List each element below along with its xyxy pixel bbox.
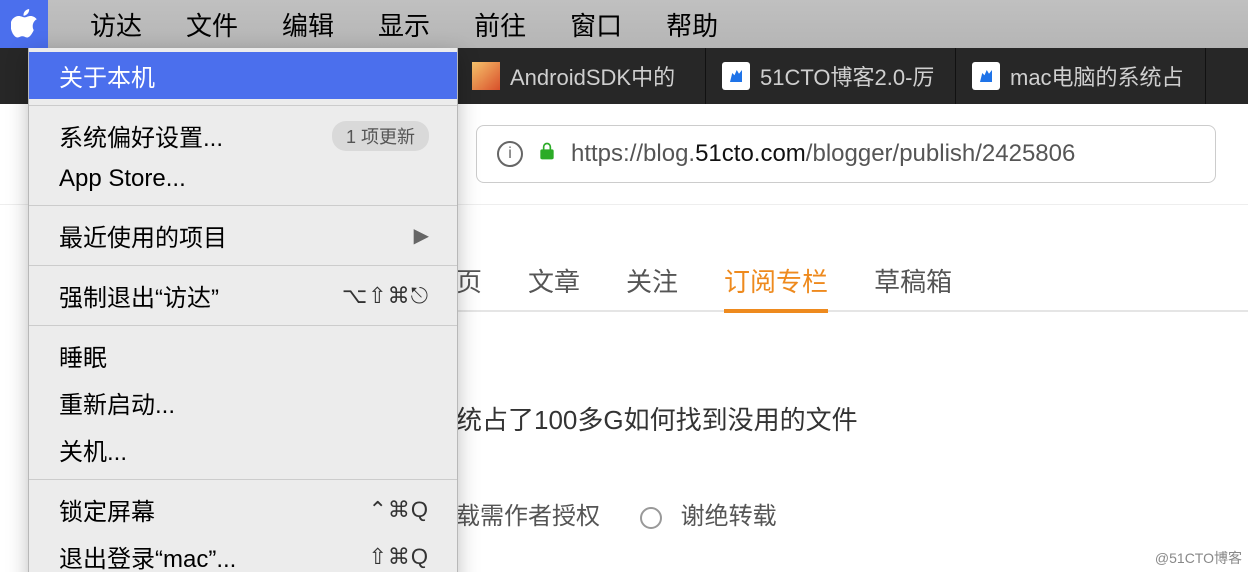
menu-item-recent[interactable]: 最近使用的项目 ▶ bbox=[29, 212, 457, 259]
menu-item-label: 锁定屏幕 bbox=[59, 492, 155, 527]
url-text: https://blog.51cto.com/blogger/publish/2… bbox=[571, 140, 1075, 168]
menubar-item-file[interactable]: 文件 bbox=[164, 6, 260, 43]
apple-menu-dropdown: 关于本机 系统偏好设置... 1 项更新 App Store... 最近使用的项… bbox=[28, 48, 458, 572]
tab-51cto[interactable]: 51CTO博客2.0-厉 bbox=[706, 48, 956, 104]
menu-item-app-store[interactable]: App Store... bbox=[29, 159, 457, 199]
menu-item-about[interactable]: 关于本机 bbox=[29, 52, 457, 99]
site-info-icon[interactable]: i bbox=[497, 141, 523, 167]
lock-icon bbox=[537, 140, 557, 168]
tab-label: mac电脑的系统占 bbox=[1010, 60, 1184, 92]
menu-item-force-quit[interactable]: 强制退出“访达” ⌥⇧⌘⎋ bbox=[29, 272, 457, 319]
menu-item-label: 关于本机 bbox=[59, 58, 155, 93]
tab-label: AndroidSDK中的 bbox=[510, 60, 675, 92]
nav-item-articles[interactable]: 文章 bbox=[528, 262, 580, 299]
menu-separator bbox=[29, 325, 457, 326]
favicon-android-icon bbox=[472, 62, 500, 90]
menubar-item-go[interactable]: 前往 bbox=[452, 6, 548, 43]
radio-label: 载需作者授权 bbox=[456, 503, 600, 530]
menu-item-label: 重新启动... bbox=[59, 385, 175, 420]
menu-item-restart[interactable]: 重新启动... bbox=[29, 379, 457, 426]
shortcut-label: ⌥⇧⌘⎋ bbox=[342, 283, 429, 309]
menu-item-label: 关机... bbox=[59, 432, 127, 467]
nav-item-follow[interactable]: 关注 bbox=[626, 262, 678, 299]
menu-separator bbox=[29, 479, 457, 480]
menu-item-logout[interactable]: 退出登录“mac”... ⇧⌘Q bbox=[29, 533, 457, 572]
menubar-item-view[interactable]: 显示 bbox=[356, 6, 452, 43]
menubar-item-finder[interactable]: 访达 bbox=[68, 6, 164, 43]
menu-separator bbox=[29, 265, 457, 266]
shortcut-label: ⌃⌘Q bbox=[368, 497, 429, 523]
radio-icon bbox=[640, 507, 662, 529]
address-bar[interactable]: i https://blog.51cto.com/blogger/publish… bbox=[476, 125, 1216, 183]
nav-item[interactable]: 页 bbox=[456, 262, 482, 299]
tab-androidsdk[interactable]: AndroidSDK中的 bbox=[456, 48, 706, 104]
tab-label: 51CTO博客2.0-厉 bbox=[760, 60, 934, 92]
menu-item-label: 退出登录“mac”... bbox=[59, 539, 236, 572]
menu-item-label: 系统偏好设置... bbox=[59, 118, 223, 153]
menu-item-shutdown[interactable]: 关机... bbox=[29, 426, 457, 473]
menubar-item-window[interactable]: 窗口 bbox=[548, 6, 644, 43]
menubar-item-edit[interactable]: 编辑 bbox=[260, 6, 356, 43]
nav-item-subscribe[interactable]: 订阅专栏 bbox=[724, 262, 828, 313]
radio-label: 谢绝转载 bbox=[681, 503, 777, 530]
menu-item-label: App Store... bbox=[59, 165, 186, 193]
favicon-51cto-icon bbox=[722, 62, 750, 90]
submenu-arrow-icon: ▶ bbox=[414, 223, 429, 248]
menu-item-label: 睡眠 bbox=[59, 338, 107, 373]
menu-item-system-preferences[interactable]: 系统偏好设置... 1 项更新 bbox=[29, 112, 457, 159]
menu-separator bbox=[29, 105, 457, 106]
apple-menu-icon[interactable] bbox=[0, 0, 48, 48]
menu-item-lock[interactable]: 锁定屏幕 ⌃⌘Q bbox=[29, 486, 457, 533]
menu-item-label: 强制退出“访达” bbox=[59, 278, 219, 313]
page-nav: 页 文章 关注 订阅专栏 草稿箱 bbox=[456, 250, 1248, 312]
menu-item-sleep[interactable]: 睡眠 bbox=[29, 332, 457, 379]
shortcut-label: ⇧⌘Q bbox=[368, 544, 429, 570]
favicon-51cto-icon bbox=[972, 62, 1000, 90]
watermark: @51CTO博客 bbox=[1155, 548, 1242, 568]
radio-need-auth[interactable]: 载需作者授权 bbox=[456, 496, 600, 531]
tab-mac[interactable]: mac电脑的系统占 bbox=[956, 48, 1206, 104]
radio-forbid[interactable]: 谢绝转载 bbox=[640, 496, 777, 531]
reprint-options: 载需作者授权 谢绝转载 bbox=[456, 496, 777, 531]
menu-separator bbox=[29, 205, 457, 206]
updates-badge: 1 项更新 bbox=[332, 121, 429, 151]
menu-item-label: 最近使用的项目 bbox=[59, 218, 227, 253]
content-heading: 统占了100多G如何找到没用的文件 bbox=[456, 400, 858, 437]
menubar-item-help[interactable]: 帮助 bbox=[644, 6, 740, 43]
nav-item-drafts[interactable]: 草稿箱 bbox=[874, 262, 952, 299]
system-menubar: 访达 文件 编辑 显示 前往 窗口 帮助 bbox=[0, 0, 1248, 49]
